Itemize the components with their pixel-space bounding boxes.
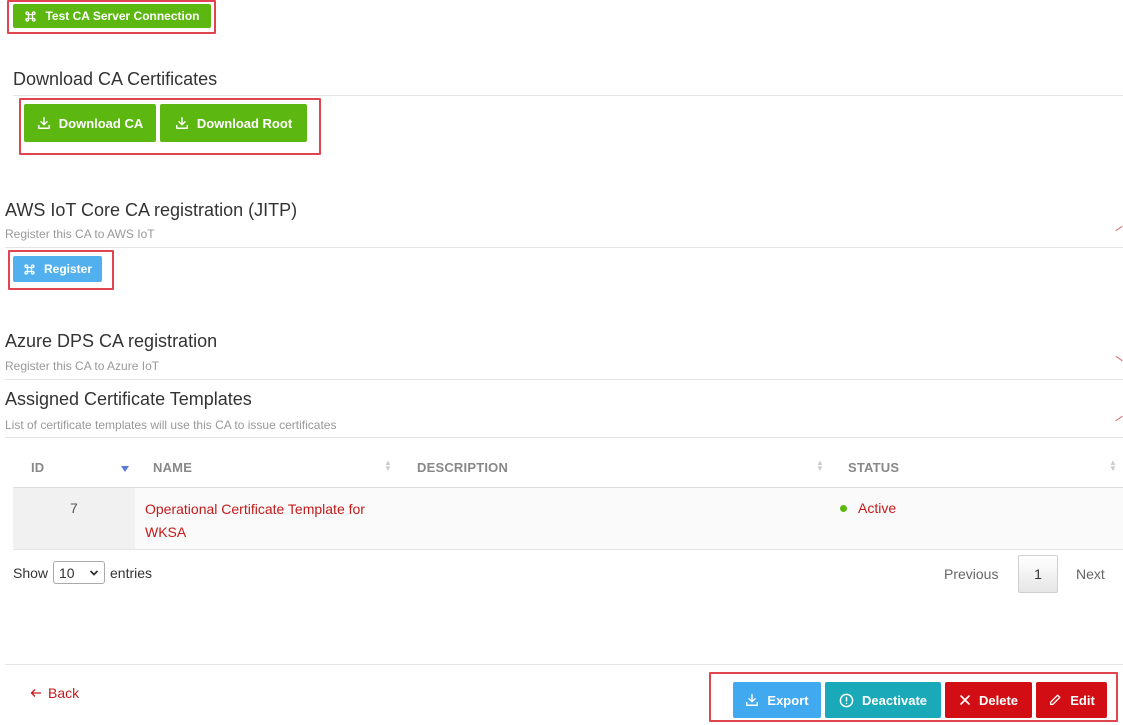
templates-section-subtitle: List of certificate templates will use t… <box>5 418 337 432</box>
aws-section-title: AWS IoT Core CA registration (JITP) <box>5 200 298 220</box>
export-label: Export <box>767 692 809 708</box>
download-root-label: Download Root <box>196 115 293 131</box>
download-ca-label: Download CA <box>58 115 144 131</box>
pencil-icon <box>1050 694 1061 706</box>
download-ca-button[interactable]: Download CA <box>24 104 156 142</box>
edit-label: Edit <box>1070 692 1095 708</box>
deactivate-label: Deactivate <box>861 692 928 708</box>
templates-section-title: Assigned Certificate Templates <box>5 389 252 409</box>
show-label: Show <box>13 565 49 581</box>
table-bottom-divider <box>13 549 1123 550</box>
aws-section-subtitle: Register this CA to AWS IoT <box>5 227 155 241</box>
pagination-previous[interactable]: Previous <box>944 566 998 582</box>
test-connection-label: Test CA Server Connection <box>45 9 200 23</box>
download-icon <box>37 117 50 129</box>
download-section-title: Download CA Certificates <box>13 69 218 89</box>
entries-label: entries <box>110 565 153 581</box>
collapse-indicator[interactable] <box>1115 355 1123 362</box>
command-icon <box>25 10 37 22</box>
row-name-link[interactable]: Operational Certificate Template for WKS… <box>145 498 365 544</box>
pagination-page-1[interactable]: 1 <box>1018 555 1058 593</box>
edit-button[interactable]: Edit <box>1036 682 1107 718</box>
azure-section-subtitle: Register this CA to Azure IoT <box>5 359 160 373</box>
table-header: ID NAME ▲ ▼ DESCRIPTION ▲ ▼ STATUS ▲ ▼ <box>13 448 1123 488</box>
delete-label: Delete <box>978 692 1019 708</box>
command-icon <box>24 263 35 275</box>
back-label: Back <box>48 685 80 701</box>
deactivate-button[interactable]: Deactivate <box>825 682 941 718</box>
download-icon <box>175 117 188 129</box>
close-icon <box>960 695 970 705</box>
sort-desc-icon[interactable] <box>121 466 129 472</box>
divider <box>5 247 1123 248</box>
sort-icon[interactable]: ▲ ▼ <box>384 459 392 473</box>
footer-divider <box>5 664 1123 665</box>
column-description[interactable]: DESCRIPTION <box>417 460 508 475</box>
divider <box>5 379 1123 380</box>
test-connection-button[interactable]: Test CA Server Connection <box>13 4 211 28</box>
status-dot <box>840 505 847 512</box>
download-root-button[interactable]: Download Root <box>160 104 307 142</box>
table-row[interactable]: 7 Operational Certificate Template for W… <box>13 488 1123 549</box>
status-badge: Active <box>858 500 897 516</box>
export-icon <box>746 694 759 706</box>
azure-section-title: Azure DPS CA registration <box>5 331 218 351</box>
register-button[interactable]: Register <box>13 256 102 282</box>
divider <box>5 437 1123 438</box>
sort-icon[interactable]: ▲ ▼ <box>816 459 824 473</box>
alert-circle-icon <box>839 693 854 707</box>
collapse-indicator[interactable] <box>1115 225 1123 232</box>
back-link[interactable]: Back <box>30 685 79 701</box>
row-name-line1: Operational Certificate Template for <box>145 501 365 517</box>
row-id: 7 <box>70 500 78 516</box>
sort-icon[interactable]: ▲ ▼ <box>1109 459 1117 473</box>
divider <box>13 95 1123 96</box>
register-label: Register <box>43 262 93 276</box>
delete-button[interactable]: Delete <box>945 682 1032 718</box>
arrow-left-icon <box>30 689 41 697</box>
column-id[interactable]: ID <box>31 460 44 475</box>
row-id-cell <box>13 488 135 549</box>
export-button[interactable]: Export <box>733 682 821 718</box>
page-number: 1 <box>1034 566 1042 582</box>
chevron-down-icon <box>89 570 99 576</box>
pagination-next[interactable]: Next <box>1076 566 1105 582</box>
row-name-line2: WKSA <box>145 524 187 540</box>
column-status[interactable]: STATUS <box>848 460 899 475</box>
collapse-indicator[interactable] <box>1115 415 1123 422</box>
page-size-select[interactable]: 10 <box>53 561 105 584</box>
page-size-value: 10 <box>59 565 75 581</box>
column-name[interactable]: NAME <box>153 460 192 475</box>
